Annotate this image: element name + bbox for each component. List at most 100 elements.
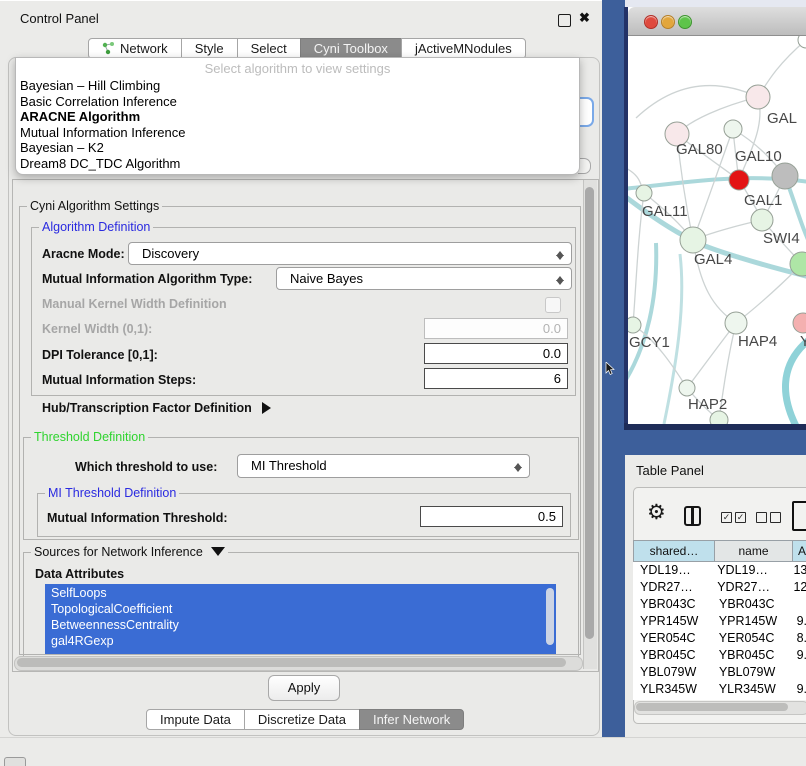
aracne-mode-value: Discovery	[142, 246, 199, 261]
table-row[interactable]: YLR345WYLR345W9.	[633, 681, 806, 698]
tab-discretize-data[interactable]: Discretize Data	[244, 709, 360, 730]
network-node[interactable]	[724, 120, 742, 138]
algorithm-option[interactable]: ARACNE Algorithm	[16, 109, 579, 125]
table-row[interactable]: YBR045CYBR045C9.	[633, 647, 806, 664]
table-cell: 8.	[792, 630, 806, 647]
zoom-traffic-light-icon[interactable]	[678, 15, 692, 29]
tab-network[interactable]: Network	[88, 38, 182, 59]
kernel-width-label: Kernel Width (0,1):	[42, 322, 152, 336]
attributes-scrollbar-thumb[interactable]	[546, 588, 554, 645]
attribute-item[interactable]: gal4RGexp	[45, 633, 556, 649]
algorithm-option[interactable]: Basic Correlation Inference	[16, 94, 579, 110]
algorithm-option[interactable]: Mutual Information Inference	[16, 125, 579, 141]
network-node-label: HAP4	[738, 333, 777, 350]
column-header[interactable]: A	[793, 540, 806, 562]
horizontal-scrollbar-thumb[interactable]	[17, 658, 566, 667]
algorithm-dropdown-placeholder: Select algorithm to view settings	[16, 61, 579, 76]
mi-type-label: Mutual Information Algorithm Type:	[42, 272, 252, 286]
new-table-icon[interactable]	[792, 501, 806, 531]
float-panel-icon[interactable]	[558, 14, 571, 27]
minimize-traffic-light-icon[interactable]	[661, 15, 675, 29]
unchecked-column-icon[interactable]	[756, 512, 767, 523]
mi-type-value: Naive Bayes	[290, 271, 363, 286]
checked-column-icon[interactable]: ✓	[735, 512, 746, 523]
network-node[interactable]	[680, 227, 706, 253]
tab-jactivemnodules[interactable]: jActiveMNodules	[401, 38, 526, 59]
which-threshold-select[interactable]: MI Threshold	[237, 454, 530, 478]
attribute-item[interactable]: BetweennessCentrality	[45, 617, 556, 633]
apply-button[interactable]: Apply	[268, 675, 340, 701]
algorithm-option[interactable]: Bayesian – K2	[16, 140, 579, 156]
unchecked-column-icon[interactable]	[770, 512, 781, 523]
aracne-mode-select[interactable]: Discovery	[128, 242, 572, 265]
table-cell: YBR043C	[633, 596, 714, 613]
table-row[interactable]: YBR043CYBR043C	[633, 596, 806, 613]
vertical-scrollbar-thumb[interactable]	[585, 187, 594, 639]
algorithm-option[interactable]: Dream8 DC_TDC Algorithm	[16, 156, 579, 172]
mi-steps-field[interactable]: 6	[424, 368, 568, 389]
table-cell: YDR27…	[712, 579, 788, 596]
network-node[interactable]	[793, 313, 806, 333]
table-scrollbar-thumb[interactable]	[636, 703, 788, 711]
table-panel: Table Panel ⚙ ✓ ✓ shared…nameA YDL19…YDL…	[625, 455, 806, 737]
table-body[interactable]: YDL19…YDL19…13YDR27…YDR27…12YBR043CYBR04…	[633, 562, 806, 700]
table-row[interactable]: YPR145WYPR145W9.	[633, 613, 806, 630]
table-row[interactable]: YDL19…YDL19…13	[633, 562, 806, 579]
table-cell: YBR043C	[714, 596, 792, 613]
close-panel-icon[interactable]: ✖	[579, 10, 590, 26]
network-node[interactable]	[636, 185, 652, 201]
attribute-item[interactable]: TopologicalCoefficient	[45, 601, 556, 617]
table-row[interactable]: YBL079WYBL079W	[633, 664, 806, 681]
cyni-settings-group-title: Cyni Algorithm Settings	[27, 199, 162, 213]
tab-select[interactable]: Select	[237, 38, 301, 59]
data-attributes-list[interactable]: SelfLoopsTopologicalCoefficientBetweenne…	[45, 584, 556, 654]
attribute-item[interactable]: SelfLoops	[45, 585, 556, 601]
column-header[interactable]: name	[715, 540, 793, 562]
network-node-label: GAL1	[744, 192, 782, 209]
threshold-definition-title: Threshold Definition	[31, 430, 148, 444]
table-cell: YDL19…	[633, 562, 712, 579]
window-shadow	[624, 423, 806, 430]
dpi-tolerance-field[interactable]: 0.0	[424, 343, 568, 364]
mi-threshold-label: Mutual Information Threshold:	[47, 511, 228, 525]
focused-field-fragment	[578, 97, 594, 127]
network-node[interactable]	[725, 312, 747, 334]
kernel-width-field[interactable]: 0.0	[424, 318, 568, 339]
network-node[interactable]	[679, 380, 695, 396]
table-row[interactable]: YER054CYER054C8.	[633, 630, 806, 647]
manual-kernel-checkbox[interactable]	[545, 297, 561, 313]
network-node[interactable]	[751, 209, 773, 231]
gear-icon[interactable]: ⚙	[647, 502, 666, 523]
table-row[interactable]: YDR27…YDR27…12	[633, 579, 806, 596]
network-node[interactable]	[772, 163, 798, 189]
tab-style[interactable]: Style	[181, 38, 238, 59]
table-cell: YLR345W	[633, 681, 714, 698]
network-node-label: GAL4	[694, 251, 732, 268]
checked-column-icon[interactable]: ✓	[721, 512, 732, 523]
table-cell: YBL079W	[714, 664, 792, 681]
algorithm-option[interactable]: Bayesian – Hill Climbing	[16, 78, 579, 94]
tab-cyni-toolbox[interactable]: Cyni Toolbox	[300, 38, 402, 59]
split-table-icon[interactable]	[684, 506, 701, 526]
network-node[interactable]	[729, 170, 749, 190]
network-canvas[interactable]: GALGAL80GAL10GAL1GAL11SWI4GAL4GCY1HAP4YH…	[628, 36, 806, 424]
network-window-titlebar[interactable]	[628, 7, 806, 36]
table-cell	[792, 596, 797, 613]
column-header[interactable]: shared…	[633, 540, 715, 562]
network-node[interactable]	[628, 317, 641, 333]
tab-label: Network	[120, 39, 168, 58]
tab-infer-network[interactable]: Infer Network	[359, 709, 464, 730]
table-header-row[interactable]: shared…nameA	[633, 540, 806, 562]
sources-group-title[interactable]: Sources for Network Inference	[31, 545, 228, 563]
tab-impute-data[interactable]: Impute Data	[146, 709, 245, 730]
mi-type-select[interactable]: Naive Bayes	[276, 267, 572, 290]
close-traffic-light-icon[interactable]	[644, 15, 658, 29]
network-node[interactable]	[746, 85, 770, 109]
network-node-label: GAL10	[735, 148, 782, 165]
network-node-label: GAL11	[642, 203, 688, 220]
manual-kernel-label: Manual Kernel Width Definition	[42, 297, 227, 311]
table-row[interactable]: YIL052CYIL052C0.	[633, 698, 806, 700]
mi-threshold-field[interactable]: 0.5	[420, 506, 563, 527]
table-panel-title: Table Panel	[636, 463, 704, 478]
hub-definition-expander[interactable]: Hub/Transcription Factor Definition	[42, 401, 277, 415]
